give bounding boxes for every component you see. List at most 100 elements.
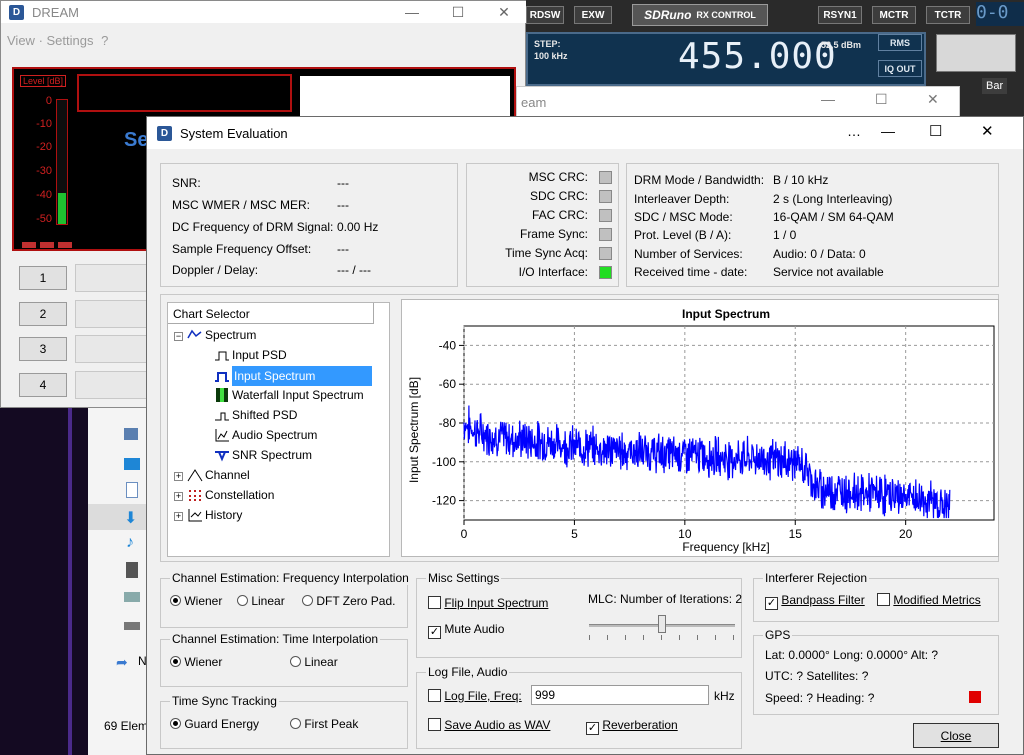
service-button-3[interactable]: 3 (19, 337, 67, 361)
log-file-checkbox[interactable]: Log File, Freq: (428, 689, 522, 703)
close-icon[interactable]: ✕ (927, 91, 939, 108)
more-icon[interactable]: … (847, 123, 861, 139)
dream-secondary-window: eam — ☐ ✕ (516, 86, 960, 118)
drive-icon (124, 592, 140, 602)
menu-view[interactable]: View (7, 33, 35, 48)
sys-titlebar: D System Evaluation … — ☐ ✕ (147, 117, 1023, 149)
dream2-title: eam (521, 95, 547, 110)
radio-first-peak[interactable]: First Peak (290, 717, 358, 731)
minimize-icon[interactable]: — (821, 91, 835, 107)
maximize-icon[interactable]: ☐ (875, 91, 888, 108)
snr-spectrum-icon (214, 448, 230, 462)
checkbox-icon[interactable] (428, 596, 441, 609)
checkbox-icon[interactable] (877, 593, 890, 606)
stat-label: Doppler / Delay: (172, 263, 259, 277)
collapse-icon[interactable]: − (174, 332, 183, 341)
radio-icon[interactable] (302, 595, 313, 606)
chart-selector-tree[interactable]: Chart Selector − Spectrum Input PSD Input… (167, 302, 390, 557)
crc-led (599, 228, 612, 241)
tree-node-audio-spectrum[interactable]: Audio Spectrum (214, 426, 317, 444)
rms-button[interactable]: RMS (878, 34, 922, 51)
mlc-slider-thumb[interactable] (658, 615, 666, 633)
tree-node-waterfall[interactable]: Waterfall Input Spectrum (214, 386, 364, 404)
freq-interpolation-group: Channel Estimation: Frequency Interpolat… (160, 571, 411, 628)
sdruno-digits: 0-0 (976, 2, 1024, 26)
save-audio-wav-checkbox[interactable]: Save Audio as WAV (428, 718, 550, 732)
crc-label: Time Sync Acq: (505, 246, 588, 260)
minimize-icon[interactable]: — (389, 1, 435, 23)
radio-linear[interactable]: Linear (237, 594, 285, 608)
checkbox-icon[interactable]: ✓ (765, 597, 778, 610)
iq-out-button[interactable]: IQ OUT (878, 60, 922, 77)
mlc-iterations-label: MLC: Number of Iterations: 2 (588, 592, 743, 606)
radio-wiener[interactable]: Wiener (170, 594, 222, 608)
tree-node-history[interactable]: + History (174, 506, 242, 524)
flip-input-spectrum-checkbox[interactable]: Flip Input Spectrum (428, 596, 548, 610)
close-icon[interactable]: ✕ (481, 1, 527, 23)
mctr-button[interactable]: MCTR (872, 6, 916, 24)
minimize-icon[interactable]: — (881, 123, 895, 139)
exw-button[interactable]: EXW (574, 6, 612, 24)
radio-icon[interactable] (170, 656, 181, 667)
expand-icon[interactable]: + (174, 512, 183, 521)
bar-button[interactable]: Bar (982, 78, 1008, 94)
radio-icon[interactable] (170, 718, 181, 729)
tree-node-label: History (205, 508, 243, 522)
service-button-1[interactable]: 1 (19, 266, 67, 290)
chart-selector-header[interactable]: Chart Selector (168, 303, 374, 324)
close-icon[interactable]: ✕ (981, 122, 994, 140)
tree-node-constellation[interactable]: + Constellation (174, 486, 274, 504)
radio-guard-energy[interactable]: Guard Energy (170, 717, 259, 731)
log-frequency-input[interactable]: 999 (531, 685, 709, 705)
menu-settings[interactable]: Settings (47, 33, 94, 48)
close-button[interactable]: Close (913, 723, 999, 748)
constellation-icon (187, 488, 203, 502)
gps-group: GPS Lat: 0.0000° Long: 0.0000° Alt: ? UT… (753, 628, 999, 715)
stat-label: Sample Frequency Offset: (172, 242, 312, 256)
radio-icon[interactable] (290, 656, 301, 667)
input-psd-icon (214, 348, 230, 362)
rsyn1-button[interactable]: RSYN1 (818, 6, 862, 24)
radio-wiener[interactable]: Wiener (170, 655, 222, 669)
y-tick-label: -40 (439, 338, 457, 352)
checkbox-icon[interactable]: ✓ (428, 626, 441, 639)
maximize-icon[interactable]: ☐ (929, 122, 942, 140)
tree-node-input-spectrum[interactable]: Input Spectrum (214, 366, 372, 386)
crc-label: I/O Interface: (518, 265, 588, 279)
tctr-button[interactable]: TCTR (926, 6, 970, 24)
service-button-4[interactable]: 4 (19, 373, 67, 397)
checkbox-icon[interactable]: ✓ (586, 722, 599, 735)
modified-metrics-checkbox[interactable]: Modified Metrics (877, 593, 981, 607)
reverberation-checkbox[interactable]: ✓ Reverberation (586, 718, 678, 735)
tree-node-spectrum[interactable]: − Spectrum (174, 326, 256, 344)
radio-dft-zero-pad[interactable]: DFT Zero Pad. (302, 594, 395, 608)
tree-node-shifted-psd[interactable]: Shifted PSD (214, 406, 297, 424)
radio-icon[interactable] (170, 595, 181, 606)
frequency-readout[interactable]: 455.000 (678, 36, 837, 77)
mute-audio-checkbox[interactable]: ✓ Mute Audio (428, 622, 504, 639)
tree-node-channel[interactable]: + Channel (174, 466, 250, 484)
tree-node-input-psd[interactable]: Input PSD (214, 346, 287, 364)
radio-icon[interactable] (237, 595, 248, 606)
expand-icon[interactable]: + (174, 492, 183, 501)
checkbox-icon[interactable] (428, 718, 441, 731)
rdsw-button[interactable]: RDSW (526, 6, 564, 24)
sdruno-logo-text: SDRuno (644, 8, 692, 22)
radio-icon[interactable] (290, 718, 301, 729)
sdruno-scale-widget[interactable] (936, 34, 1016, 72)
dream-menubar: View · Settings ? (7, 33, 109, 48)
y-tick-label: -80 (439, 416, 457, 430)
drm-info-label: Prot. Level (B / A): (634, 228, 732, 242)
y-tick-label: -100 (432, 455, 456, 469)
maximize-icon[interactable]: ☐ (435, 1, 481, 23)
checkbox-icon[interactable] (428, 689, 441, 702)
tree-node-snr-spectrum[interactable]: SNR Spectrum (214, 446, 312, 464)
service-button-2[interactable]: 2 (19, 302, 67, 326)
stat-value: 0.00 Hz (337, 220, 379, 234)
menu-help[interactable]: ? (101, 33, 108, 48)
shifted-psd-icon (214, 408, 230, 422)
expand-icon[interactable]: + (174, 472, 183, 481)
bandpass-filter-checkbox[interactable]: ✓ Bandpass Filter (765, 593, 865, 610)
radio-linear[interactable]: Linear (290, 655, 338, 669)
video-icon (126, 562, 138, 578)
